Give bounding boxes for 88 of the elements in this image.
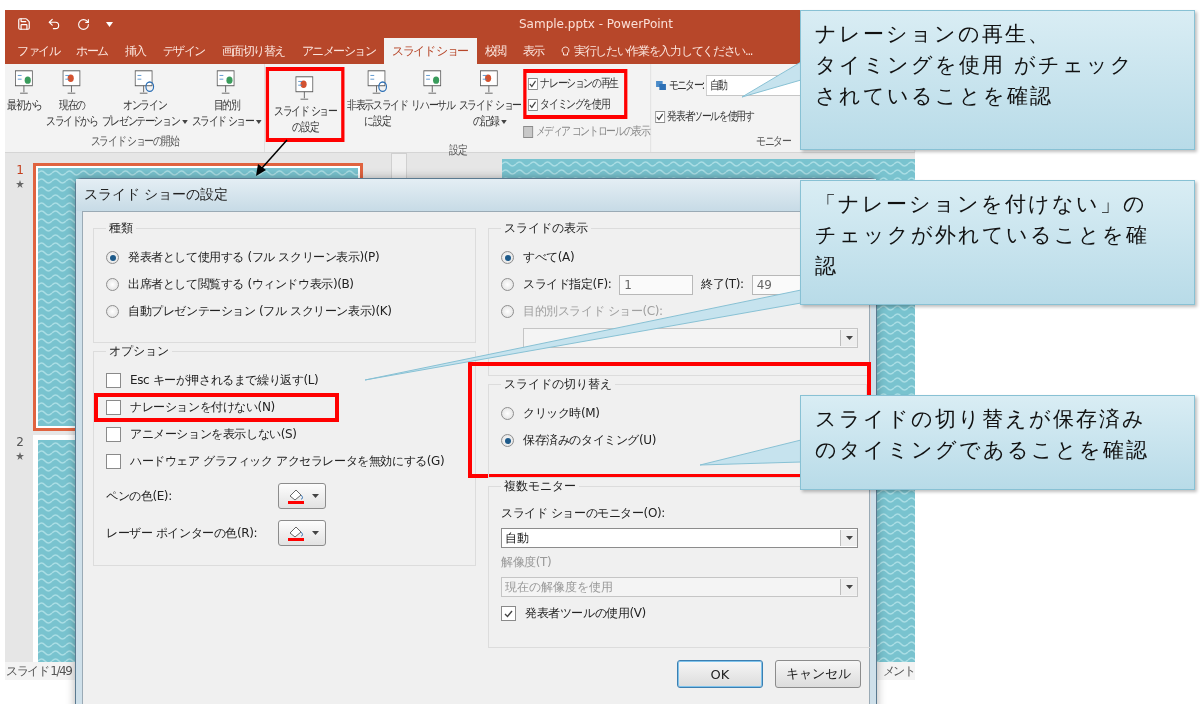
ribbon-tab[interactable]: ホーム [68, 38, 117, 64]
monitor-select[interactable]: 自動 [501, 528, 858, 548]
save-icon[interactable] [17, 17, 31, 31]
ribbon-tab[interactable]: デザイン [154, 38, 214, 64]
ribbon-button[interactable]: スライド ショー の記録 [456, 67, 523, 130]
paint-bucket-icon [285, 524, 306, 542]
tell-me-field[interactable]: 実行したい作業を入力してください... [560, 38, 753, 64]
ribbon-button[interactable]: リハーサル [409, 67, 457, 114]
checkbox-option[interactable]: ナレーションを付けない(N) [106, 397, 275, 418]
color-label: ペンの色(E): [106, 487, 173, 505]
ribbon-tab[interactable]: 表示 [514, 38, 553, 64]
callout-text: 「ナレーションを付けない」の [815, 191, 1147, 218]
ribbon-button[interactable]: 現在の スライドから [44, 67, 100, 130]
from-field[interactable]: 1 [619, 274, 694, 295]
ribbon-tab[interactable]: 画面切り替え [213, 38, 294, 64]
group-label: モニター [755, 133, 792, 150]
window-title: Sample.pptx - PowerPoint [519, 17, 673, 31]
group-label: スライド ショーの開始 [89, 133, 181, 150]
dialog-button[interactable]: キャンセル [775, 660, 861, 688]
slide-number: 1 [16, 163, 24, 177]
checkbox-option[interactable]: Esc キーが押されるまで繰り返す(L) [106, 370, 319, 391]
color-label: レーザー ポインターの色(R): [106, 524, 259, 542]
field-label: スライド ショーのモニター(O): [501, 505, 665, 522]
paint-bucket-icon [285, 487, 306, 505]
ribbon-tab[interactable]: スライド ショー [384, 38, 477, 64]
radio-option[interactable]: 自動プレゼンテーション (フル スクリーン表示)(K) [106, 301, 392, 322]
caret-icon [845, 585, 853, 589]
group-title: スライドの表示 [503, 220, 589, 237]
group-title: 種類 [108, 220, 134, 237]
check-icon [529, 79, 537, 88]
color-picker[interactable] [278, 483, 326, 509]
redo-icon[interactable] [77, 17, 90, 31]
callout-text: チェックが外れていることを確 [815, 222, 1149, 249]
radio-option[interactable]: クリック時(M) [501, 403, 600, 424]
slide-counter: スライド 1/49 [6, 662, 72, 680]
ribbon-checkbox[interactable]: 発表者ツールを使用す [655, 108, 754, 125]
slide-number: 2 [16, 435, 24, 449]
star-icon [16, 452, 24, 460]
callout-text: 認 [815, 253, 838, 280]
check-icon [504, 609, 513, 618]
group-title: スライドの切り替え [503, 376, 613, 393]
radio-option[interactable]: 保存済みのタイミング(U) [501, 430, 656, 451]
field-label: 解像度(T) [501, 554, 552, 571]
star-icon [16, 180, 24, 188]
pointer-arrow [256, 139, 288, 176]
caret-icon [845, 536, 853, 540]
radio-option[interactable]: すべて(A) [501, 247, 575, 268]
checkbox-option[interactable]: 発表者ツールの使用(V) [501, 603, 646, 624]
dialog-button[interactable]: OK [677, 660, 763, 688]
radio-option[interactable]: スライド指定(F): [501, 274, 612, 295]
checkbox-option[interactable]: ハードウェア グラフィック アクセラレータを無効にする(G) [106, 451, 445, 472]
presentation-screen-icon [365, 68, 389, 96]
ribbon-tab[interactable]: 挿入 [116, 38, 155, 64]
radio-option[interactable]: 出席者として閲覧する (ウィンドウ表示)(B) [106, 274, 354, 295]
ribbon-checkbox[interactable]: タイミングを使用 [528, 96, 618, 113]
to-label: 終了(T): [701, 276, 744, 293]
caret-icon [311, 494, 319, 498]
callout-text: されていることを確認 [815, 83, 1053, 110]
radio-option[interactable]: 発表者として使用する (フル スクリーン表示)(P) [106, 247, 380, 268]
group-label: 設定 [448, 141, 468, 159]
caret-icon [311, 531, 319, 535]
ribbon-tab[interactable]: ファイル [9, 38, 68, 64]
undo-icon[interactable] [47, 17, 61, 31]
presentation-screen-icon [133, 68, 157, 96]
ribbon-tab[interactable]: アニメーション [293, 38, 384, 64]
callout-text: タイミングを使用 がチェック [815, 52, 1134, 79]
comments-button[interactable]: メント [882, 662, 914, 680]
callout-text: スライドの切り替えが保存済み [815, 406, 1146, 433]
check-icon [529, 100, 537, 109]
monitor-label: モニター: [669, 77, 704, 94]
callout-text: のタイミングであることを確認 [815, 437, 1149, 464]
color-picker[interactable] [278, 520, 326, 546]
ribbon-checkbox[interactable]: ナレーションの再生 [528, 75, 618, 92]
monitor-icon [655, 79, 667, 92]
lightbulb-icon [560, 45, 570, 57]
ribbon-button[interactable]: オンライン プレゼンテーション [100, 67, 190, 130]
ribbon-button[interactable]: 最初から [5, 67, 44, 114]
ribbon-button[interactable]: 目的別 スライド ショー [189, 67, 264, 130]
ribbon-button[interactable]: スライド ショー の設定 [272, 73, 339, 136]
ribbon-button[interactable]: 非表示スライド に設定 [345, 67, 409, 130]
ribbon-tab[interactable]: 校閲 [476, 38, 515, 64]
checkbox-option[interactable]: アニメーションを表示しない(S) [106, 424, 297, 445]
customize-caret-icon[interactable] [106, 21, 113, 27]
check-icon [656, 112, 664, 121]
group-title: オプション [108, 343, 170, 360]
callout-text: ナレーションの再生、 [815, 21, 1051, 48]
caret-icon [845, 336, 853, 340]
group-title: 複数モニター [503, 478, 577, 495]
